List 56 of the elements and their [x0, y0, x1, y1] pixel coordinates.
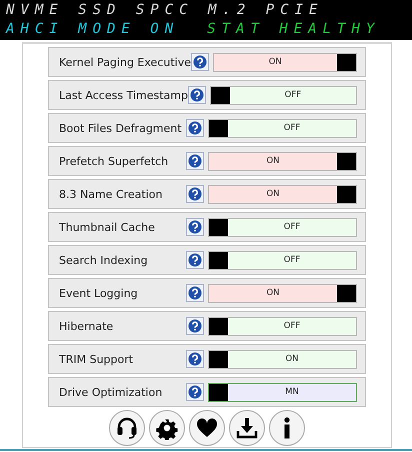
toggle-switch[interactable]: ON	[208, 184, 357, 204]
toggle-switch[interactable]: MN	[208, 382, 357, 402]
heart-icon	[195, 416, 219, 440]
help-icon	[188, 121, 202, 135]
lcd-text: STAT HEALTHY	[207, 21, 380, 38]
help-button[interactable]	[186, 383, 204, 401]
settings-button[interactable]	[149, 410, 185, 446]
toggle-switch[interactable]: OFF	[208, 250, 357, 270]
toggle-switch[interactable]: ON	[208, 350, 357, 368]
help-icon	[188, 187, 202, 201]
setting-label: TRIM Support	[59, 352, 134, 366]
help-icon	[188, 286, 202, 300]
lcd-text: AHCI MODE ON	[6, 21, 180, 38]
info-button[interactable]	[269, 410, 305, 446]
setting-label: Kernel Paging Executive	[59, 56, 191, 68]
help-button[interactable]	[188, 86, 206, 104]
help-button[interactable]	[186, 317, 204, 335]
headset-button[interactable]	[109, 410, 145, 446]
help-icon	[188, 352, 202, 366]
help-button[interactable]	[186, 152, 204, 170]
help-button[interactable]	[190, 53, 208, 71]
download-button[interactable]	[229, 410, 265, 446]
setting-label: Hibernate	[59, 320, 114, 332]
help-button[interactable]	[186, 119, 204, 137]
toggle-switch[interactable]: ON	[208, 152, 357, 170]
help-button[interactable]	[186, 284, 204, 302]
toggle-switch[interactable]: OFF	[208, 316, 357, 336]
info-icon	[284, 417, 290, 439]
download-icon	[235, 416, 259, 440]
setting-label: Last Access Timestamp	[59, 88, 188, 102]
help-button[interactable]	[186, 251, 204, 269]
setting-label: Boot Files Defragment	[59, 122, 183, 134]
toggle-switch[interactable]: OFF	[210, 86, 357, 104]
toggle-switch[interactable]: ON	[208, 284, 357, 302]
help-button[interactable]	[186, 185, 204, 203]
toggle-switch[interactable]: ON	[212, 52, 357, 72]
help-button[interactable]	[186, 218, 204, 236]
help-icon	[192, 55, 207, 69]
help-icon	[188, 319, 202, 333]
help-button[interactable]	[186, 350, 204, 368]
setting-label: Search Indexing	[59, 254, 149, 266]
setting-label: Thumbnail Cache	[59, 220, 156, 234]
setting-label: Event Logging	[59, 286, 139, 300]
lcd-text: NVME SSD SPCC M.2 PCIE	[6, 2, 324, 19]
heart-button[interactable]	[189, 410, 225, 446]
toggle-switch[interactable]: OFF	[208, 118, 357, 138]
help-icon	[188, 220, 202, 234]
help-icon	[190, 88, 204, 102]
help-icon	[188, 253, 202, 267]
setting-label: 8.3 Name Creation	[59, 188, 164, 200]
headset-icon	[115, 416, 139, 440]
toggle-switch[interactable]: OFF	[208, 218, 357, 236]
help-icon	[188, 154, 202, 168]
setting-label: Prefetch Superfetch	[59, 154, 170, 168]
setting-label: Drive Optimization	[59, 386, 164, 398]
help-icon	[188, 385, 202, 399]
